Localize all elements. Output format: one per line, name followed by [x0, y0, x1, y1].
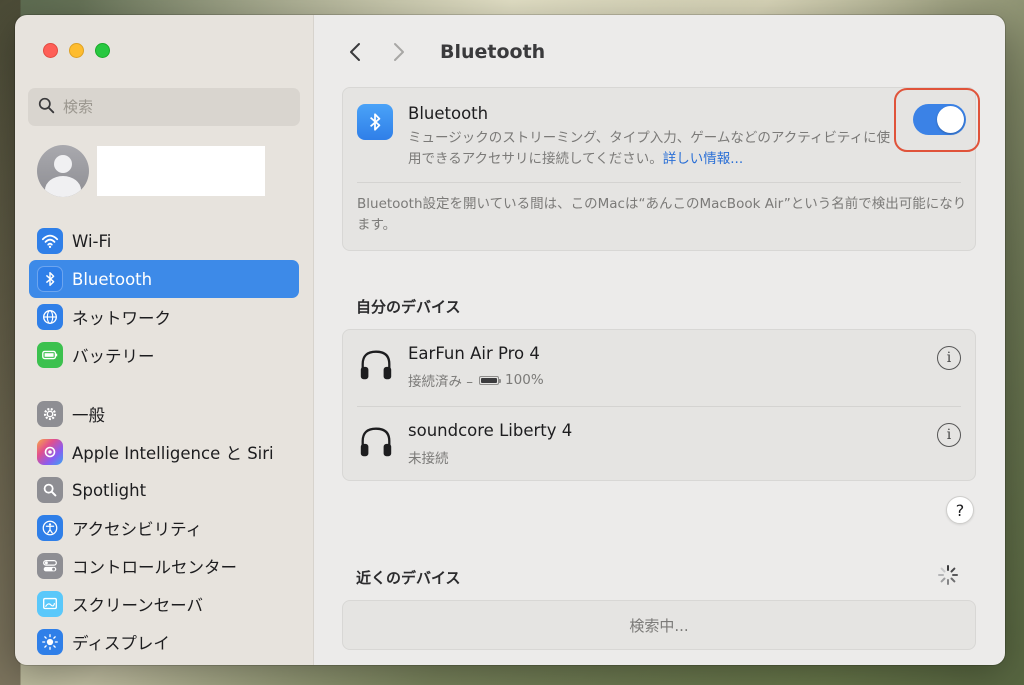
- chevron-right-icon: [394, 43, 404, 61]
- bluetooth-description: ミュージックのストリーミング、タイプ入力、ゲームなどのアクティビティに使用できる…: [408, 128, 896, 170]
- forward-button[interactable]: [386, 39, 412, 65]
- toggles-icon: [37, 553, 63, 579]
- device-info-button[interactable]: i: [937, 423, 961, 447]
- magnifier-icon: [37, 477, 63, 503]
- bluetooth-toggle[interactable]: [913, 104, 966, 135]
- bluetooth-icon: [357, 104, 393, 140]
- main-pane: Bluetooth Bluetooth ミュージックのストリーミング、タイプ入力…: [314, 15, 1005, 665]
- sidebar-item-label: Apple Intelligence と Siri: [72, 444, 274, 463]
- toolbar: Bluetooth: [342, 39, 545, 65]
- my-devices-list: EarFun Air Pro 4 接続済み – 100% i soundcore…: [342, 329, 976, 481]
- sidebar-item-label: ディスプレイ: [72, 634, 170, 653]
- sidebar-item-spotlight[interactable]: Spotlight: [29, 471, 299, 509]
- avatar: [37, 145, 89, 197]
- question-icon: ?: [955, 500, 965, 520]
- sidebar-item-apple-intelligence-siri[interactable]: Apple Intelligence と Siri: [29, 433, 299, 471]
- device-name: EarFun Air Pro 4: [408, 344, 540, 363]
- info-icon: i: [946, 427, 952, 443]
- info-icon: i: [946, 350, 952, 366]
- battery-icon: [37, 342, 63, 368]
- sidebar-item-screensaver[interactable]: スクリーンセーバ: [29, 585, 299, 623]
- page-title: Bluetooth: [440, 41, 546, 63]
- device-row[interactable]: soundcore Liberty 4 未接続 i: [343, 407, 975, 483]
- sidebar-item-label: バッテリー: [72, 347, 155, 366]
- search-icon: [38, 97, 55, 118]
- highlight-ring: [894, 88, 980, 152]
- accessibility-icon: [37, 515, 63, 541]
- toggle-knob: [937, 106, 964, 133]
- sidebar-item-battery[interactable]: バッテリー: [29, 336, 299, 374]
- headphones-icon: [360, 350, 392, 380]
- gear-icon: [37, 401, 63, 427]
- help-button[interactable]: ?: [946, 496, 974, 524]
- back-button[interactable]: [342, 39, 368, 65]
- globe-icon: [37, 304, 63, 330]
- searching-status: 検索中...: [629, 616, 689, 635]
- device-row[interactable]: EarFun Air Pro 4 接続済み – 100% i: [343, 330, 975, 406]
- sidebar-item-label: 一般: [72, 406, 105, 425]
- window-controls: [43, 43, 110, 58]
- bluetooth-title: Bluetooth: [408, 104, 489, 123]
- system-settings-window: Wi-Fi Bluetooth ネットワーク バッテリー: [15, 15, 1005, 665]
- siri-icon: [37, 439, 63, 465]
- sidebar-item-wifi[interactable]: Wi-Fi: [29, 222, 299, 260]
- divider: [357, 182, 961, 183]
- sidebar-item-general[interactable]: 一般: [29, 395, 299, 433]
- zoom-button[interactable]: [95, 43, 110, 58]
- my-devices-heading: 自分のデバイス: [356, 298, 461, 316]
- sidebar-item-label: ネットワーク: [72, 309, 171, 328]
- sidebar-item-network[interactable]: ネットワーク: [29, 298, 299, 336]
- search-input[interactable]: [63, 98, 283, 116]
- sidebar-item-label: アクセシビリティ: [72, 520, 203, 539]
- sidebar-item-label: Wi-Fi: [72, 231, 112, 251]
- sidebar: Wi-Fi Bluetooth ネットワーク バッテリー: [15, 15, 314, 665]
- sidebar-item-bluetooth[interactable]: Bluetooth: [29, 260, 299, 298]
- user-account[interactable]: [37, 145, 265, 197]
- discoverable-note: Bluetooth設定を開いている間は、このMacは“あんこのMacBook A…: [357, 196, 967, 233]
- sidebar-item-accessibility[interactable]: アクセシビリティ: [29, 509, 299, 547]
- device-info-button[interactable]: i: [937, 346, 961, 370]
- screensaver-icon: [37, 591, 63, 617]
- close-button[interactable]: [43, 43, 58, 58]
- device-status: 未接続: [408, 447, 449, 467]
- sidebar-item-label: スクリーンセーバ: [72, 596, 204, 615]
- connection-status: 未接続: [408, 451, 449, 467]
- learn-more-link[interactable]: 詳しい情報...: [663, 151, 743, 167]
- bluetooth-icon: [37, 266, 63, 292]
- sidebar-item-label: Bluetooth: [72, 269, 153, 289]
- sidebar-item-label: コントロールセンター: [72, 558, 237, 577]
- minimize-button[interactable]: [69, 43, 84, 58]
- sun-icon: [37, 629, 63, 655]
- sidebar-item-displays[interactable]: ディスプレイ: [29, 623, 299, 661]
- nearby-devices-list: 検索中...: [342, 600, 976, 650]
- wifi-icon: [37, 228, 63, 254]
- device-name: soundcore Liberty 4: [408, 421, 573, 440]
- description-text: ミュージックのストリーミング、タイプ入力、ゲームなどのアクティビティに使用できる…: [408, 130, 891, 167]
- headphones-icon: [360, 427, 392, 457]
- sidebar-group-network: Wi-Fi Bluetooth ネットワーク バッテリー: [29, 222, 299, 374]
- chevron-left-icon: [350, 43, 360, 61]
- nearby-devices-heading: 近くのデバイス: [356, 569, 461, 587]
- battery-level-icon: [479, 375, 502, 385]
- sidebar-item-label: Spotlight: [72, 480, 147, 500]
- device-status: 接続済み – 100%: [408, 370, 544, 390]
- battery-percent: 100%: [505, 372, 544, 388]
- connection-status: 接続済み –: [408, 374, 474, 390]
- sidebar-group-system: 一般 Apple Intelligence と Siri Spotlight ア…: [29, 395, 299, 661]
- sidebar-item-control-center[interactable]: コントロールセンター: [29, 547, 299, 585]
- search-field[interactable]: [28, 88, 300, 126]
- bluetooth-settings-card: Bluetooth ミュージックのストリーミング、タイプ入力、ゲームなどのアクテ…: [342, 87, 980, 251]
- user-name-redacted: [97, 146, 265, 196]
- loading-spinner-icon: [938, 565, 958, 585]
